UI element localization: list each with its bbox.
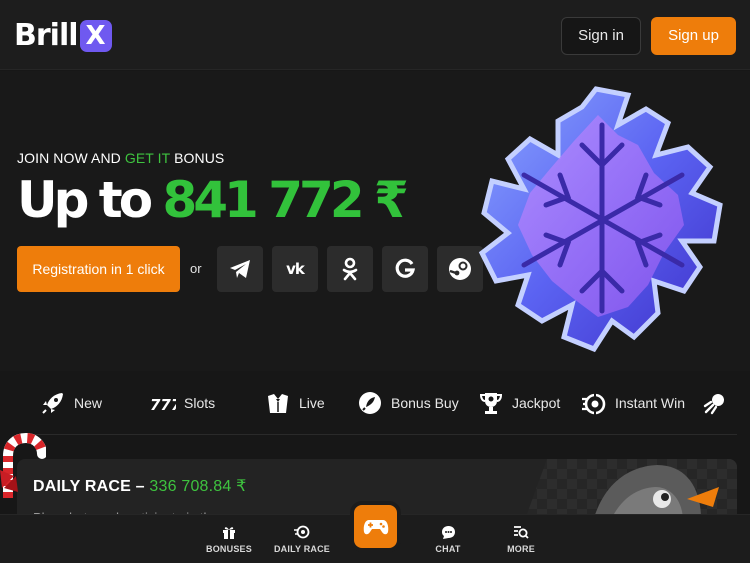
sign-in-button[interactable]: Sign in bbox=[561, 17, 641, 55]
steam-login-button[interactable] bbox=[437, 246, 483, 292]
vk-login-button[interactable]: vk bbox=[272, 246, 318, 292]
chat-icon bbox=[441, 524, 456, 540]
registration-one-click-button[interactable]: Registration in 1 click bbox=[17, 246, 180, 292]
google-login-button[interactable] bbox=[382, 246, 428, 292]
brillx-logo[interactable]: Brill X bbox=[14, 18, 112, 54]
nav-daily-race[interactable]: DAILY RACE bbox=[262, 524, 342, 558]
category-label: New bbox=[74, 395, 103, 411]
category-label: Jackpot bbox=[512, 395, 561, 411]
nav-bonuses[interactable]: BONUSES bbox=[189, 524, 269, 558]
race-title-text: DAILY RACE – bbox=[33, 478, 150, 495]
category-slots[interactable]: 777 Slots bbox=[150, 390, 215, 416]
candy-cane-decoration bbox=[0, 432, 46, 498]
nav-games-button[interactable] bbox=[354, 505, 397, 548]
category-label: Live bbox=[299, 395, 325, 411]
daily-race-title: DAILY RACE – 336 708.84 ₹ bbox=[33, 476, 247, 496]
telegram-icon bbox=[230, 260, 250, 278]
nav-label: CHAT bbox=[435, 544, 461, 554]
category-live[interactable]: Live bbox=[265, 390, 325, 416]
sign-up-button[interactable]: Sign up bbox=[651, 17, 736, 55]
slots-777-icon: 777 bbox=[150, 390, 176, 416]
category-divider bbox=[17, 434, 737, 435]
page: Brill X Sign in Sign up JOIN NOW AND GET… bbox=[0, 0, 750, 563]
race-prize-amount: 336 708.84 ₹ bbox=[149, 478, 247, 495]
google-icon bbox=[395, 258, 416, 278]
top-header: Brill X Sign in Sign up bbox=[0, 0, 750, 70]
steam-icon bbox=[449, 258, 471, 280]
rocket-icon bbox=[40, 390, 66, 416]
trophy-icon bbox=[478, 390, 504, 416]
nav-label: MORE bbox=[507, 544, 535, 554]
tagline-part1: JOIN NOW AND bbox=[17, 150, 125, 166]
category-bonus-buy[interactable]: Bonus Buy bbox=[357, 390, 459, 416]
logo-badge: X bbox=[79, 20, 112, 52]
race-icon bbox=[294, 524, 310, 540]
comet-icon bbox=[702, 390, 728, 416]
odnoklassniki-icon bbox=[342, 257, 358, 281]
gift-icon bbox=[222, 524, 236, 540]
amount-prefix: Up to bbox=[17, 171, 163, 229]
telegram-login-button[interactable] bbox=[217, 246, 263, 292]
instant-win-icon bbox=[581, 390, 607, 416]
vk-icon: vk bbox=[286, 260, 305, 278]
tagline-part2: BONUS bbox=[170, 150, 225, 166]
category-jackpot[interactable]: Jackpot bbox=[478, 390, 560, 416]
nav-chat[interactable]: CHAT bbox=[408, 524, 488, 558]
or-separator: or bbox=[190, 261, 202, 276]
svg-text:777: 777 bbox=[150, 396, 176, 414]
category-label: Bonus Buy bbox=[391, 395, 459, 411]
snowflake-illustration bbox=[478, 86, 723, 353]
category-label: Slots bbox=[184, 395, 216, 411]
nav-label: DAILY RACE bbox=[273, 544, 330, 554]
gamepad-icon bbox=[363, 519, 388, 534]
hero-banner: JOIN NOW AND GET IT BONUS Up to 841 772 … bbox=[0, 71, 750, 371]
nav-more[interactable]: MORE bbox=[481, 524, 561, 558]
dealer-icon bbox=[265, 390, 291, 416]
amount-value: 841 772 ₹ bbox=[162, 171, 408, 229]
nav-label: BONUSES bbox=[206, 544, 252, 554]
category-new[interactable]: New bbox=[40, 390, 102, 416]
category-more-arrow[interactable] bbox=[702, 390, 728, 416]
bonus-buy-icon bbox=[357, 390, 383, 416]
logo-text: Brill bbox=[14, 18, 79, 53]
category-label: Instant Win bbox=[615, 395, 686, 411]
category-instant-win[interactable]: Instant Win bbox=[581, 390, 685, 416]
bonus-amount: Up to 841 772 ₹ bbox=[17, 167, 409, 233]
odnoklassniki-login-button[interactable] bbox=[327, 246, 373, 292]
menu-search-icon bbox=[513, 524, 529, 540]
hero-tagline: JOIN NOW AND GET IT BONUS bbox=[17, 150, 224, 166]
tagline-highlight: GET IT bbox=[124, 150, 171, 166]
